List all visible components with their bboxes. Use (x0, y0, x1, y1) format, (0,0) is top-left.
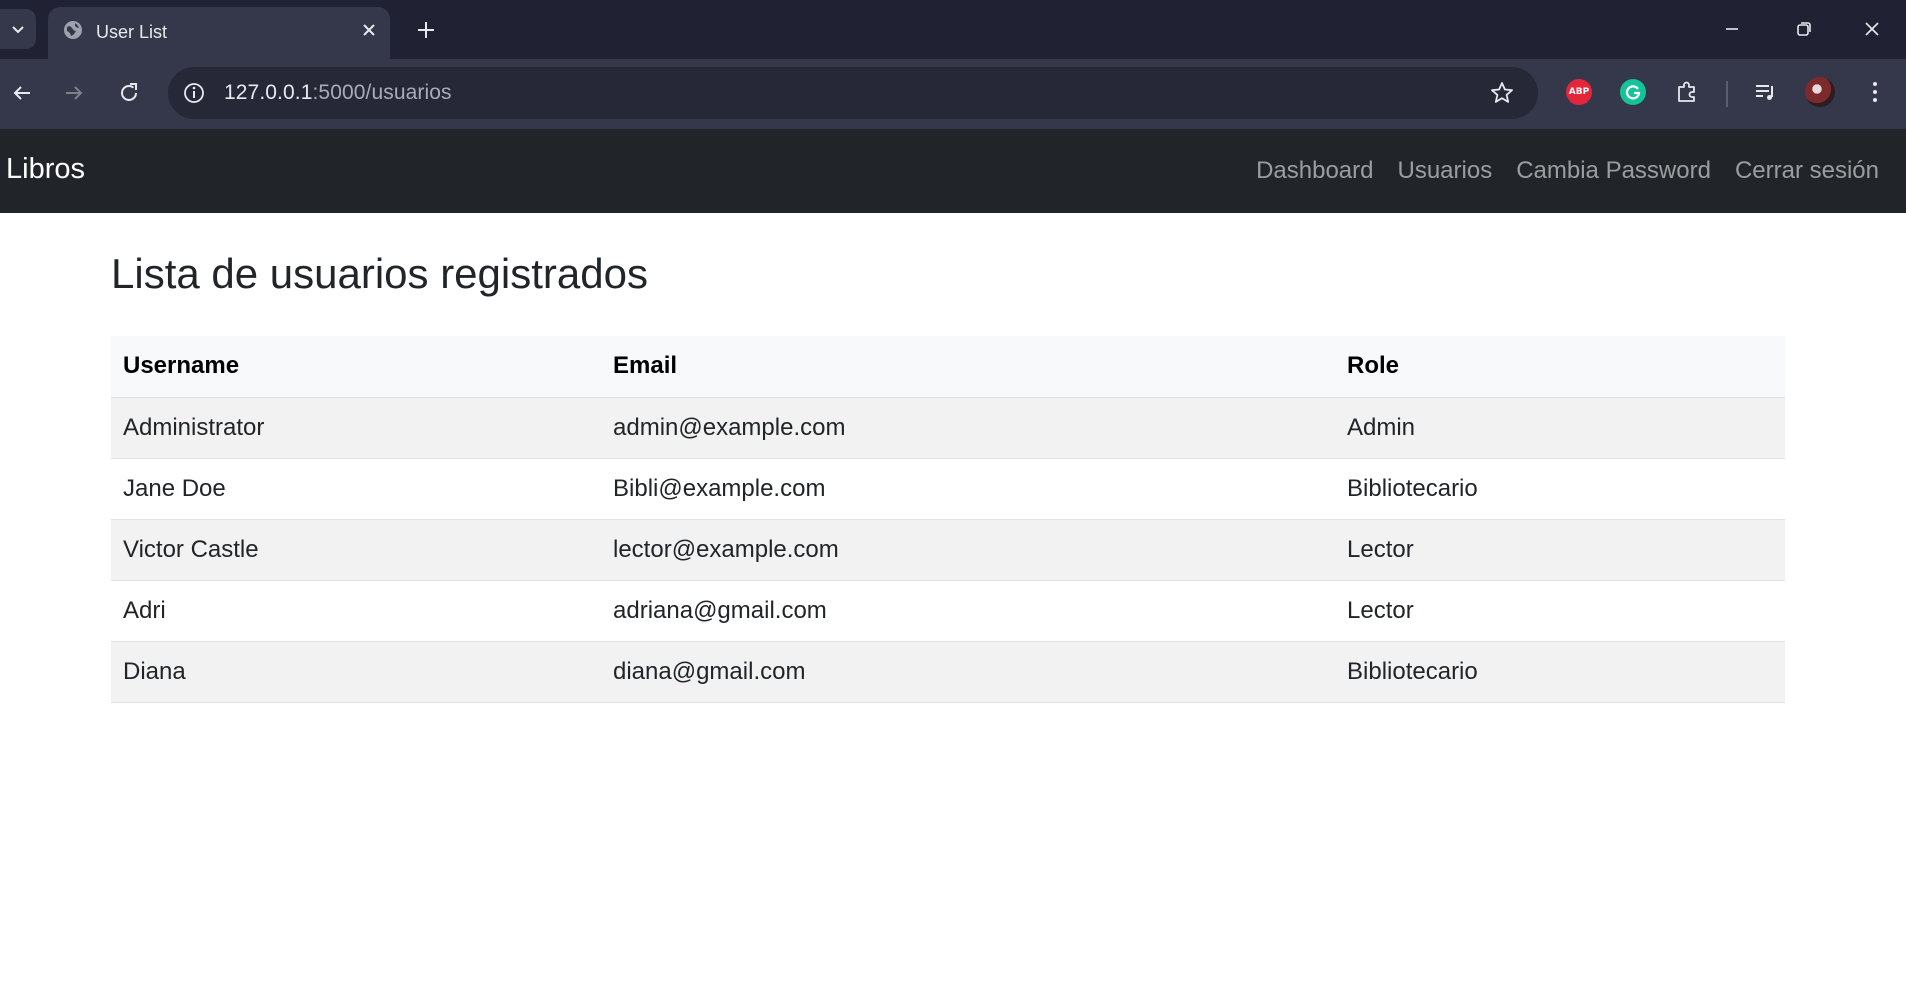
tab-search-button[interactable] (0, 9, 36, 49)
cell-username: Adri (111, 580, 601, 642)
adblock-extension-button[interactable]: ABP (1562, 75, 1596, 109)
table-row: Administrator admin@example.com Admin (111, 397, 1785, 459)
extensions-button[interactable] (1670, 75, 1704, 109)
playlist-icon (1756, 85, 1773, 100)
restore-icon (1797, 22, 1811, 36)
close-window-button[interactable] (1854, 12, 1890, 46)
cell-role: Bibliotecario (1335, 641, 1785, 703)
cell-role: Bibliotecario (1335, 458, 1785, 520)
url-path: :5000/usuarios (312, 81, 452, 104)
grammarly-icon (1620, 79, 1646, 105)
table-row: Jane Doe Bibli@example.com Bibliotecario (111, 458, 1785, 520)
tab-title: User List (96, 22, 168, 42)
column-header-username: Username (111, 336, 601, 398)
url-text: 127.0.0.1:5000/usuarios (224, 81, 452, 105)
users-table: Username Email Role Administrator admin@… (111, 336, 1785, 703)
navbar-links: Dashboard Usuarios Cambia Password Cerra… (1256, 157, 1879, 185)
browser-toolbar: 127.0.0.1:5000/usuarios ABP (0, 59, 1906, 129)
site-info-icon[interactable] (181, 80, 207, 106)
chevron-down-icon (12, 26, 24, 34)
cell-email: admin@example.com (601, 397, 1335, 459)
back-button[interactable] (6, 77, 38, 109)
nav-link-usuarios[interactable]: Usuarios (1398, 157, 1493, 185)
browser-tab-bar: User List (0, 0, 1906, 59)
column-header-role: Role (1335, 336, 1785, 398)
cell-email: Bibli@example.com (601, 458, 1335, 520)
column-header-email: Email (601, 336, 1335, 398)
reload-icon (121, 83, 137, 101)
toolbar-divider (1726, 81, 1728, 107)
cell-email: diana@gmail.com (601, 641, 1335, 703)
close-icon (1865, 22, 1879, 36)
cell-username: Victor Castle (111, 519, 601, 581)
reload-button[interactable] (113, 77, 145, 109)
page-title: Lista de usuarios registrados (111, 250, 648, 297)
cell-email: adriana@gmail.com (601, 580, 1335, 642)
url-host: 127.0.0.1 (224, 81, 313, 104)
bookmark-star-icon[interactable] (1488, 79, 1516, 107)
cell-role: Lector (1335, 519, 1785, 581)
table-row: Adri adriana@gmail.com Lector (111, 580, 1785, 642)
cell-username: Diana (111, 641, 601, 703)
nav-link-dashboard[interactable]: Dashboard (1256, 157, 1373, 185)
globe-icon (64, 21, 82, 39)
puzzle-icon (1678, 81, 1695, 102)
table-row: Diana diana@gmail.com Bibliotecario (111, 641, 1785, 703)
media-controls-button[interactable] (1748, 75, 1782, 109)
nav-link-cerrar-sesion[interactable]: Cerrar sesión (1735, 157, 1879, 185)
cell-role: Admin (1335, 397, 1785, 459)
profile-button[interactable] (1803, 75, 1837, 109)
plus-icon[interactable] (412, 16, 440, 44)
adblock-icon: ABP (1566, 79, 1592, 105)
browser-menu-button[interactable] (1858, 75, 1892, 109)
restore-button[interactable] (1786, 12, 1822, 46)
cell-role: Lector (1335, 580, 1785, 642)
browser-tab[interactable]: User List (48, 7, 390, 59)
forward-button[interactable] (58, 77, 90, 109)
minimize-button[interactable] (1714, 12, 1750, 46)
app-navbar: Libros Dashboard Usuarios Cambia Passwor… (0, 129, 1906, 213)
nav-link-cambia-password[interactable]: Cambia Password (1516, 157, 1711, 185)
address-bar[interactable]: 127.0.0.1:5000/usuarios (168, 67, 1538, 119)
more-vertical-icon (1873, 82, 1877, 102)
navbar-brand[interactable]: Libros (6, 153, 85, 186)
table-header-row: Username Email Role (111, 336, 1785, 398)
table-row: Victor Castle lector@example.com Lector (111, 519, 1785, 581)
avatar (1805, 77, 1835, 107)
arrow-right-icon (66, 86, 83, 100)
cell-username: Jane Doe (111, 458, 601, 520)
cell-username: Administrator (111, 397, 601, 459)
grammarly-extension-button[interactable] (1616, 75, 1650, 109)
minimize-icon (1726, 28, 1738, 30)
close-icon[interactable] (358, 19, 380, 41)
cell-email: lector@example.com (601, 519, 1335, 581)
arrow-left-icon (13, 86, 30, 100)
